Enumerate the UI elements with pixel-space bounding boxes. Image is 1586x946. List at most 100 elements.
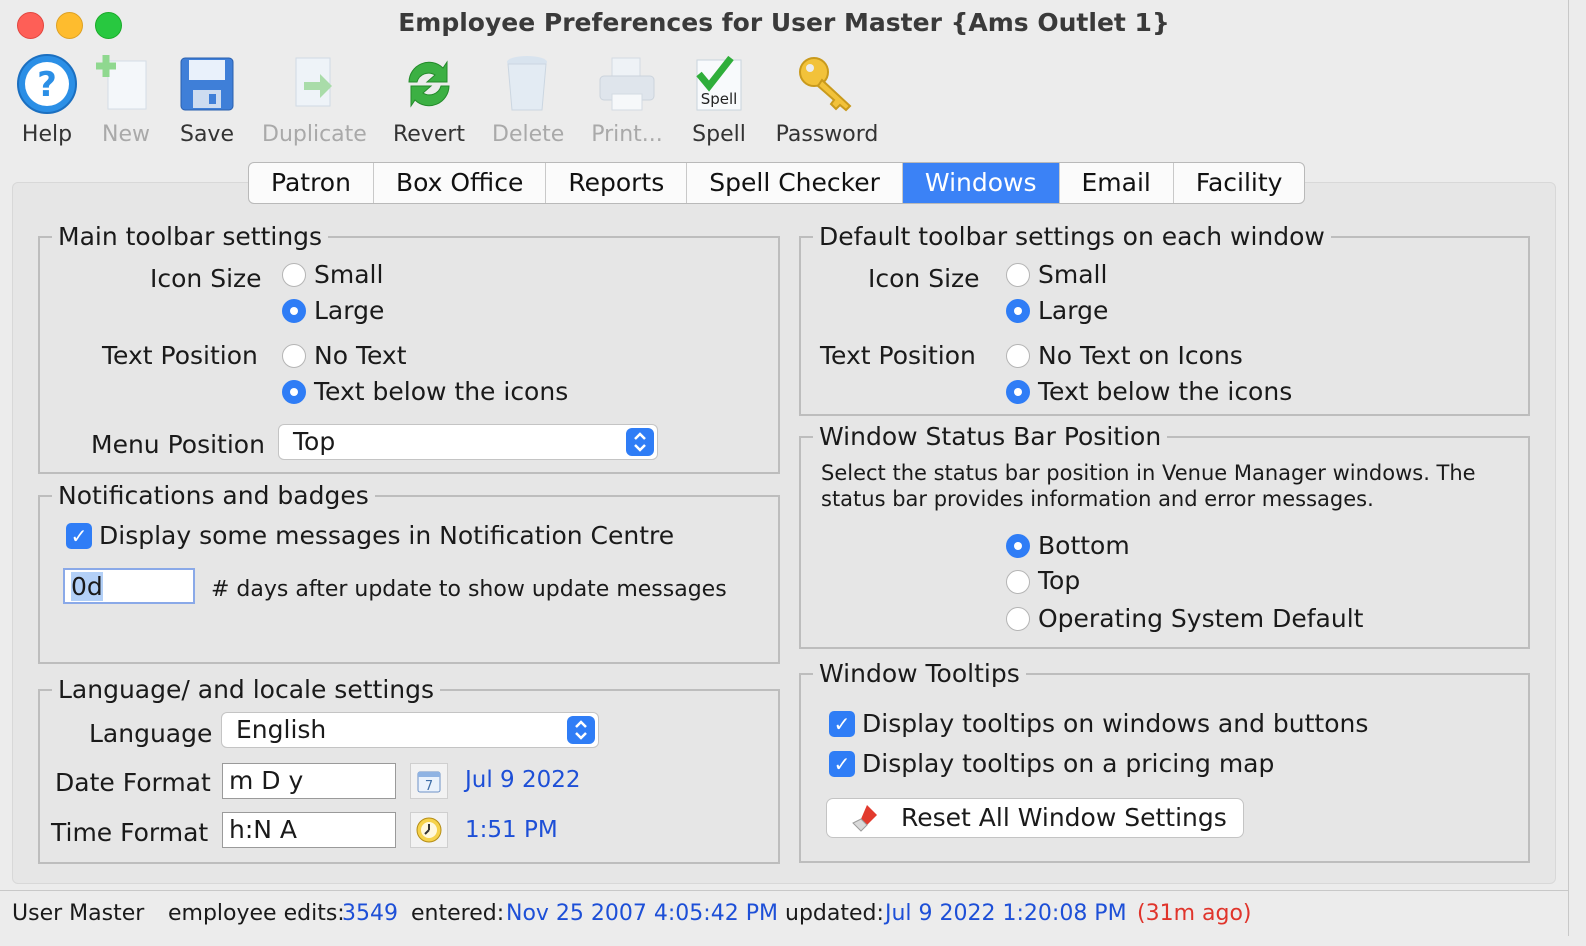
date-format-input[interactable]: m D y (222, 763, 396, 799)
input-value: m D y (229, 766, 304, 795)
status-bar-description: status bar provides information and erro… (821, 487, 1374, 511)
select-value: English (236, 715, 327, 744)
spell-button[interactable]: Spell Spell (684, 52, 754, 147)
status-ago: (31m ago) (1137, 901, 1252, 926)
floppy-disk-icon (175, 52, 239, 116)
tab-reports[interactable]: Reports (546, 163, 688, 203)
language-select[interactable]: English (221, 712, 599, 748)
text-position-label: Text Position (820, 341, 976, 370)
status-bar-top-radio[interactable] (1006, 570, 1030, 594)
main-icon-size-small-radio[interactable] (282, 263, 306, 287)
tab-email[interactable]: Email (1060, 163, 1174, 203)
date-format-label: Date Format (55, 768, 211, 797)
radio-label[interactable]: No Text on Icons (1038, 341, 1243, 370)
default-no-text-radio[interactable] (1006, 344, 1030, 368)
radio-label[interactable]: Top (1038, 566, 1080, 595)
tab-bar: Patron Box Office Reports Spell Checker … (248, 162, 1306, 204)
tooltips-pricing-map-checkbox[interactable]: ✓ (829, 751, 855, 777)
chevron-up-down-icon (626, 428, 654, 456)
icon-size-label: Icon Size (868, 264, 980, 293)
tab-box-office[interactable]: Box Office (374, 163, 547, 203)
group-title: Notifications and badges (52, 481, 375, 510)
default-text-below-radio[interactable] (1006, 380, 1030, 404)
status-updated-value: Jul 9 2022 1:20:08 PM (885, 901, 1127, 926)
revert-button[interactable]: Revert (392, 52, 466, 147)
radio-label[interactable]: Text below the icons (314, 377, 568, 406)
radio-label[interactable]: Large (1038, 296, 1108, 325)
radio-label[interactable]: Large (314, 296, 384, 325)
calendar-icon: 7 (417, 771, 441, 794)
duplicate-button[interactable]: Duplicate (262, 52, 367, 147)
tooltips-windows-checkbox[interactable]: ✓ (829, 711, 855, 737)
input-value: 0d (71, 572, 103, 601)
key-icon (795, 52, 859, 116)
radio-label[interactable]: Small (1038, 260, 1107, 289)
time-picker-button[interactable] (410, 812, 448, 848)
tab-patron[interactable]: Patron (249, 163, 374, 203)
chevron-up-down-icon (567, 716, 595, 744)
status-entered-value: Nov 25 2007 4:05:42 PM (506, 901, 778, 926)
radio-label[interactable]: No Text (314, 341, 407, 370)
main-no-text-radio[interactable] (282, 344, 306, 368)
reset-window-settings-button[interactable]: Reset All Window Settings (826, 798, 1244, 838)
new-button[interactable]: New (92, 52, 160, 147)
duplicate-icon (282, 52, 346, 116)
title-bar: Employee Preferences for User Master {Am… (0, 0, 1568, 50)
days-label: # days after update to show update messa… (211, 577, 727, 602)
days-input[interactable]: 0d (63, 568, 195, 604)
eraser-icon (852, 805, 877, 832)
menu-position-label: Menu Position (91, 430, 265, 459)
status-bar-bottom-radio[interactable] (1006, 534, 1030, 558)
group-title: Language/ and locale settings (52, 675, 441, 704)
default-icon-size-large-radio[interactable] (1006, 299, 1030, 323)
group-title: Window Status Bar Position (813, 422, 1168, 451)
default-icon-size-small-radio[interactable] (1006, 263, 1030, 287)
radio-label[interactable]: Operating System Default (1038, 604, 1363, 633)
help-button[interactable]: ? Help (12, 52, 82, 147)
main-text-below-radio[interactable] (282, 380, 306, 404)
trash-can-icon (495, 52, 559, 116)
svg-text:7: 7 (425, 779, 433, 794)
input-value: h:N A (229, 815, 298, 844)
time-format-label: Time Format (51, 818, 209, 847)
revert-arrows-icon (397, 52, 461, 116)
help-icon: ? (15, 52, 79, 116)
window-title: Employee Preferences for User Master {Am… (398, 8, 1170, 37)
checkbox-label[interactable]: Display tooltips on windows and buttons (862, 709, 1368, 738)
clock-icon (416, 817, 442, 843)
tab-spell-checker[interactable]: Spell Checker (687, 163, 903, 203)
spell-check-icon: Spell (687, 52, 751, 116)
checkbox-label[interactable]: Display some messages in Notification Ce… (99, 521, 674, 550)
time-format-input[interactable]: h:N A (222, 812, 396, 848)
radio-label[interactable]: Bottom (1038, 531, 1130, 560)
text-position-label: Text Position (102, 341, 258, 370)
preferences-window: Employee Preferences for User Master {Am… (0, 0, 1569, 936)
button-label: Reset All Window Settings (901, 803, 1227, 832)
printer-icon (595, 52, 659, 116)
status-bar-description: Select the status bar position in Venue … (821, 461, 1476, 485)
menu-position-select[interactable]: Top (278, 424, 658, 460)
status-edits-value: 3549 (342, 901, 398, 926)
tab-facility[interactable]: Facility (1174, 163, 1305, 203)
password-button[interactable]: Password (774, 52, 880, 147)
delete-button[interactable]: Delete (492, 52, 564, 147)
radio-label[interactable]: Small (314, 260, 383, 289)
group-title: Default toolbar settings on each window (813, 222, 1331, 251)
status-bar: User Master employee edits: 3549 entered… (0, 890, 1568, 936)
time-preview: 1:51 PM (465, 817, 558, 843)
group-title: Window Tooltips (813, 659, 1026, 688)
icon-size-label: Icon Size (150, 264, 262, 293)
main-icon-size-large-radio[interactable] (282, 299, 306, 323)
status-bar-os-default-radio[interactable] (1006, 607, 1030, 631)
save-button[interactable]: Save (172, 52, 242, 147)
notification-centre-checkbox[interactable]: ✓ (66, 523, 92, 549)
date-picker-button[interactable]: 7 (410, 763, 448, 799)
select-value: Top (293, 427, 336, 456)
radio-label[interactable]: Text below the icons (1038, 377, 1292, 406)
checkbox-label[interactable]: Display tooltips on a pricing map (862, 749, 1274, 778)
spell-icon-text: Spell (701, 90, 738, 108)
print-button[interactable]: Print... (588, 52, 666, 147)
status-updated-label: updated: (785, 901, 884, 926)
tab-windows[interactable]: Windows (902, 163, 1060, 203)
svg-text:?: ? (37, 65, 57, 105)
